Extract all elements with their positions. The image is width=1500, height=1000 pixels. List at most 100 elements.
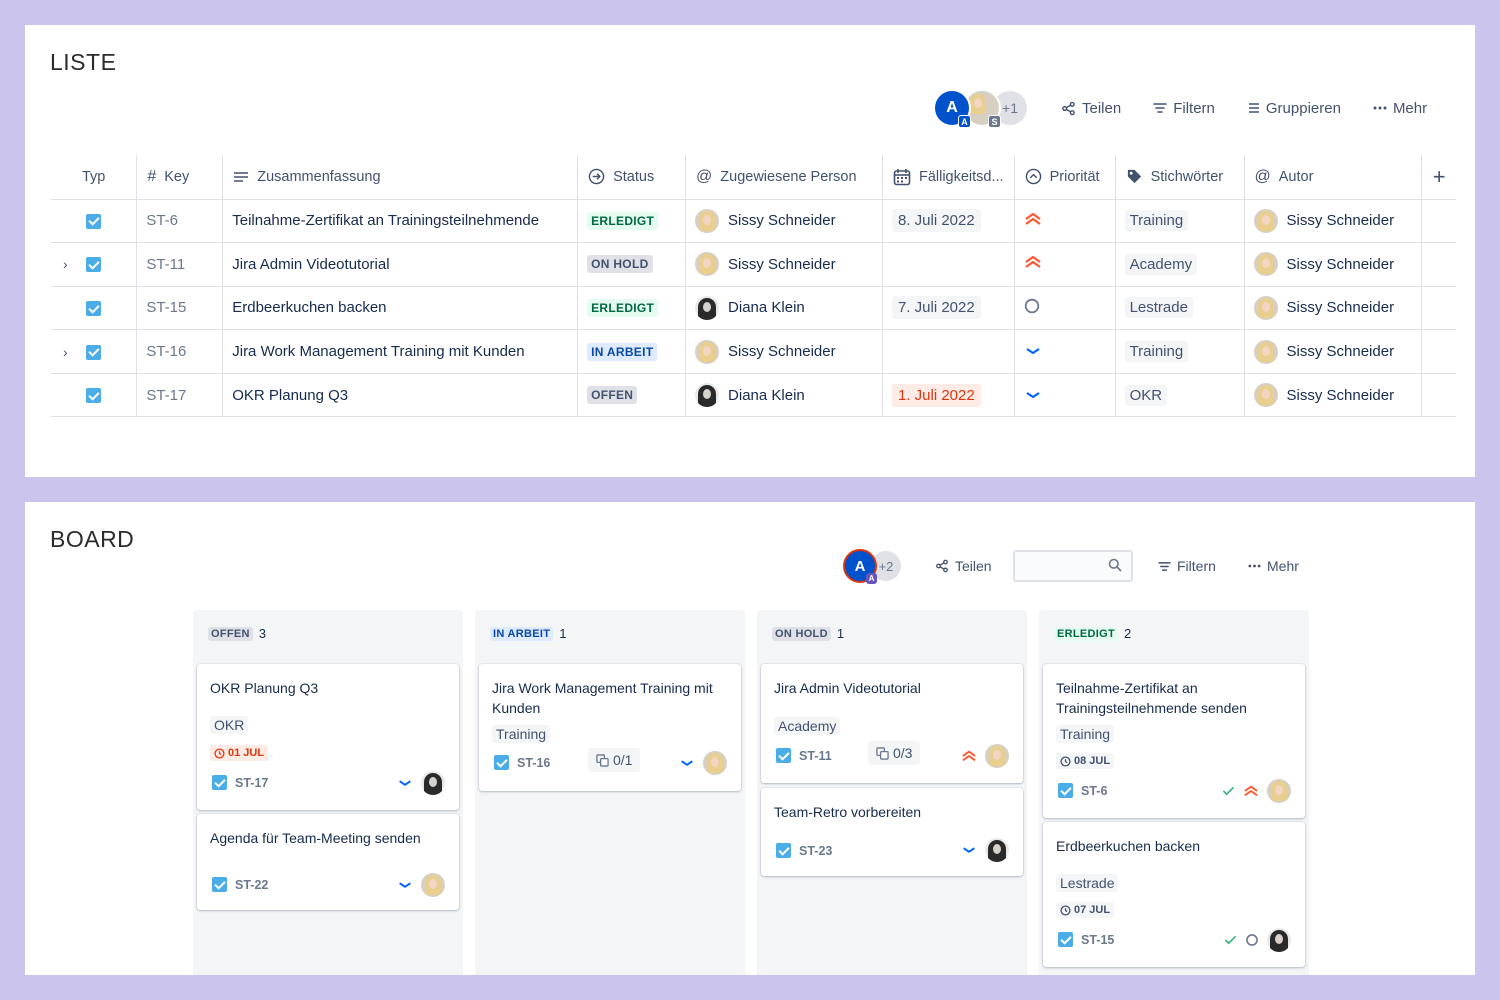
summary-cell[interactable]: Erdbeerkuchen backen	[222, 285, 579, 330]
labels-cell[interactable]: Academy	[1115, 242, 1245, 287]
table-row[interactable]: ST-6 Teilnahme-Zertifikat an Trainingste…	[51, 198, 1456, 243]
labels-cell[interactable]: Training	[1115, 329, 1245, 374]
avatar[interactable]	[985, 744, 1009, 768]
due-cell[interactable]: 8. Juli 2022	[882, 198, 1015, 243]
chevron-right-icon[interactable]: ›	[63, 256, 68, 272]
labels-cell[interactable]: OKR	[1115, 372, 1245, 418]
author-cell[interactable]: Sissy Schneider	[1244, 198, 1423, 243]
assignee-cell[interactable]: Sissy Schneider	[685, 242, 883, 287]
key-text: ST-6	[1081, 783, 1108, 798]
avatar[interactable]: A A	[933, 89, 971, 128]
due-cell[interactable]	[882, 329, 1015, 374]
board-column-erledigt: ERLEDIGT 2 Teilnahme-Zertifikat an Train…	[1039, 610, 1309, 975]
assignee-cell[interactable]: Diana Klein	[685, 285, 883, 330]
calendar-icon	[893, 168, 911, 186]
group-button[interactable]: Gruppieren	[1248, 100, 1341, 117]
column-header: IN ARBEIT 1	[490, 626, 567, 641]
summary-cell[interactable]: Jira Admin Videotutorial	[222, 242, 579, 287]
column-header-assignee[interactable]: @ Zugewiesene Person	[685, 155, 883, 199]
label-chip: Academy	[774, 717, 841, 735]
board-card[interactable]: Agenda für Team-Meeting senden ST-22	[197, 814, 459, 910]
key-cell[interactable]: ST-6	[136, 198, 224, 243]
avatar[interactable]	[421, 771, 445, 795]
board-column-on-hold: ON HOLD 1 Jira Admin Videotutorial Acade…	[757, 610, 1027, 975]
key-cell[interactable]: ST-15	[136, 285, 224, 330]
assignee-cell[interactable]: Diana Klein	[685, 372, 883, 418]
avatar	[695, 208, 720, 233]
board-card[interactable]: Team-Retro vorbereiten ST-23	[761, 788, 1023, 876]
filter-button[interactable]: Filtern	[1153, 100, 1215, 117]
column-header-priority[interactable]: Priorität	[1014, 155, 1116, 199]
author-cell[interactable]: Sissy Schneider	[1244, 242, 1423, 287]
column-header-author[interactable]: @ Autor	[1244, 155, 1423, 199]
column-header-key[interactable]: # Key	[136, 155, 224, 199]
author-cell[interactable]: Sissy Schneider	[1244, 372, 1423, 418]
column-header-typ[interactable]: Typ	[51, 155, 138, 199]
author-cell[interactable]: Sissy Schneider	[1244, 329, 1423, 374]
priority-cell[interactable]	[1014, 242, 1116, 287]
priority-cell[interactable]	[1014, 329, 1116, 374]
assignee-cell[interactable]: Sissy Schneider	[685, 329, 883, 374]
share-button[interactable]: Teilen	[935, 558, 992, 574]
card-meta	[679, 751, 727, 775]
table-row[interactable]: › ST-11 Jira Admin Videotutorial ON HOLD…	[51, 242, 1456, 287]
avatar[interactable]	[703, 751, 727, 775]
search-input[interactable]	[1015, 552, 1101, 580]
avatar[interactable]	[421, 873, 445, 897]
due-cell[interactable]	[882, 242, 1015, 287]
board-card[interactable]: Jira Work Management Training mit Kunden…	[479, 664, 741, 791]
column-header-status[interactable]: Status	[577, 155, 687, 199]
filter-button[interactable]: Filtern	[1158, 558, 1216, 574]
priority-cell[interactable]	[1014, 372, 1116, 418]
labels-cell[interactable]: Lestrade	[1115, 285, 1245, 330]
board-column-offen: OFFEN 3 OKR Planung Q3 OKR 01 JUL ST-17 …	[193, 610, 463, 975]
labels-cell[interactable]: Training	[1115, 198, 1245, 243]
key-cell[interactable]: ST-16	[136, 329, 224, 374]
column-header-summary[interactable]: Zusammenfassung	[222, 155, 579, 199]
avatar[interactable]: A A	[843, 549, 877, 584]
subtask-text: 0/1	[613, 752, 633, 768]
search-field[interactable]	[1013, 550, 1133, 582]
board-card[interactable]: Teilnahme-Zertifikat an Trainingsteilneh…	[1043, 664, 1305, 818]
due-cell[interactable]: 1. Juli 2022	[882, 372, 1015, 418]
column-header-labels[interactable]: Stichwörter	[1115, 155, 1245, 199]
assignee-cell[interactable]: Sissy Schneider	[685, 198, 883, 243]
status-cell[interactable]: OFFEN	[577, 372, 687, 418]
chevron-down-icon	[399, 780, 411, 786]
status-cell[interactable]: IN ARBEIT	[577, 329, 687, 374]
key-cell[interactable]: ST-17	[136, 372, 224, 418]
add-column-button[interactable]: +	[1422, 155, 1456, 199]
chevron-right-icon[interactable]: ›	[63, 344, 68, 360]
table-row[interactable]: › ST-16 Jira Work Management Training mi…	[51, 329, 1456, 374]
share-button[interactable]: Teilen	[1061, 100, 1121, 117]
status-cell[interactable]: ON HOLD	[577, 242, 687, 287]
board-card[interactable]: OKR Planung Q3 OKR 01 JUL ST-17	[197, 664, 459, 810]
board-avatar-stack[interactable]: A A +2	[843, 549, 901, 584]
author-cell[interactable]: Sissy Schneider	[1244, 285, 1423, 330]
more-button[interactable]: Mehr	[1248, 558, 1299, 574]
status-cell[interactable]: ERLEDIGT	[577, 198, 687, 243]
priority-cell[interactable]	[1014, 198, 1116, 243]
avatar[interactable]	[1267, 928, 1291, 952]
due-cell[interactable]: 7. Juli 2022	[882, 285, 1015, 330]
avatar[interactable]	[1267, 779, 1291, 803]
board-card[interactable]: Jira Admin Videotutorial Academy ST-11 0…	[761, 664, 1023, 783]
avatar[interactable]	[985, 838, 1009, 862]
card-key: ST-16	[494, 755, 550, 770]
subtask-icon	[876, 746, 889, 760]
table-row[interactable]: ST-17 OKR Planung Q3 OFFEN Diana Klein 1…	[51, 372, 1456, 418]
priority-cell[interactable]	[1014, 285, 1116, 330]
summary-cell[interactable]: OKR Planung Q3	[222, 372, 579, 418]
table-row[interactable]: ST-15 Erdbeerkuchen backen ERLEDIGT Dian…	[51, 285, 1456, 330]
more-button[interactable]: Mehr	[1373, 100, 1427, 117]
board-card[interactable]: Erdbeerkuchen backen Lestrade 07 JUL ST-…	[1043, 822, 1305, 967]
summary-cell[interactable]: Teilnahme-Zertifikat an Trainingsteilneh…	[222, 198, 579, 243]
status-badge: IN ARBEIT	[490, 626, 554, 641]
column-header-due[interactable]: Fälligkeitsd...	[882, 155, 1015, 199]
status-cell[interactable]: ERLEDIGT	[577, 285, 687, 330]
column-label: Key	[164, 168, 190, 185]
summary-cell[interactable]: Jira Work Management Training mit Kunden	[222, 329, 579, 374]
list-avatar-stack[interactable]: A A S +1	[933, 89, 1027, 128]
column-header: ON HOLD 1	[772, 626, 844, 641]
key-cell[interactable]: ST-11	[136, 242, 224, 287]
